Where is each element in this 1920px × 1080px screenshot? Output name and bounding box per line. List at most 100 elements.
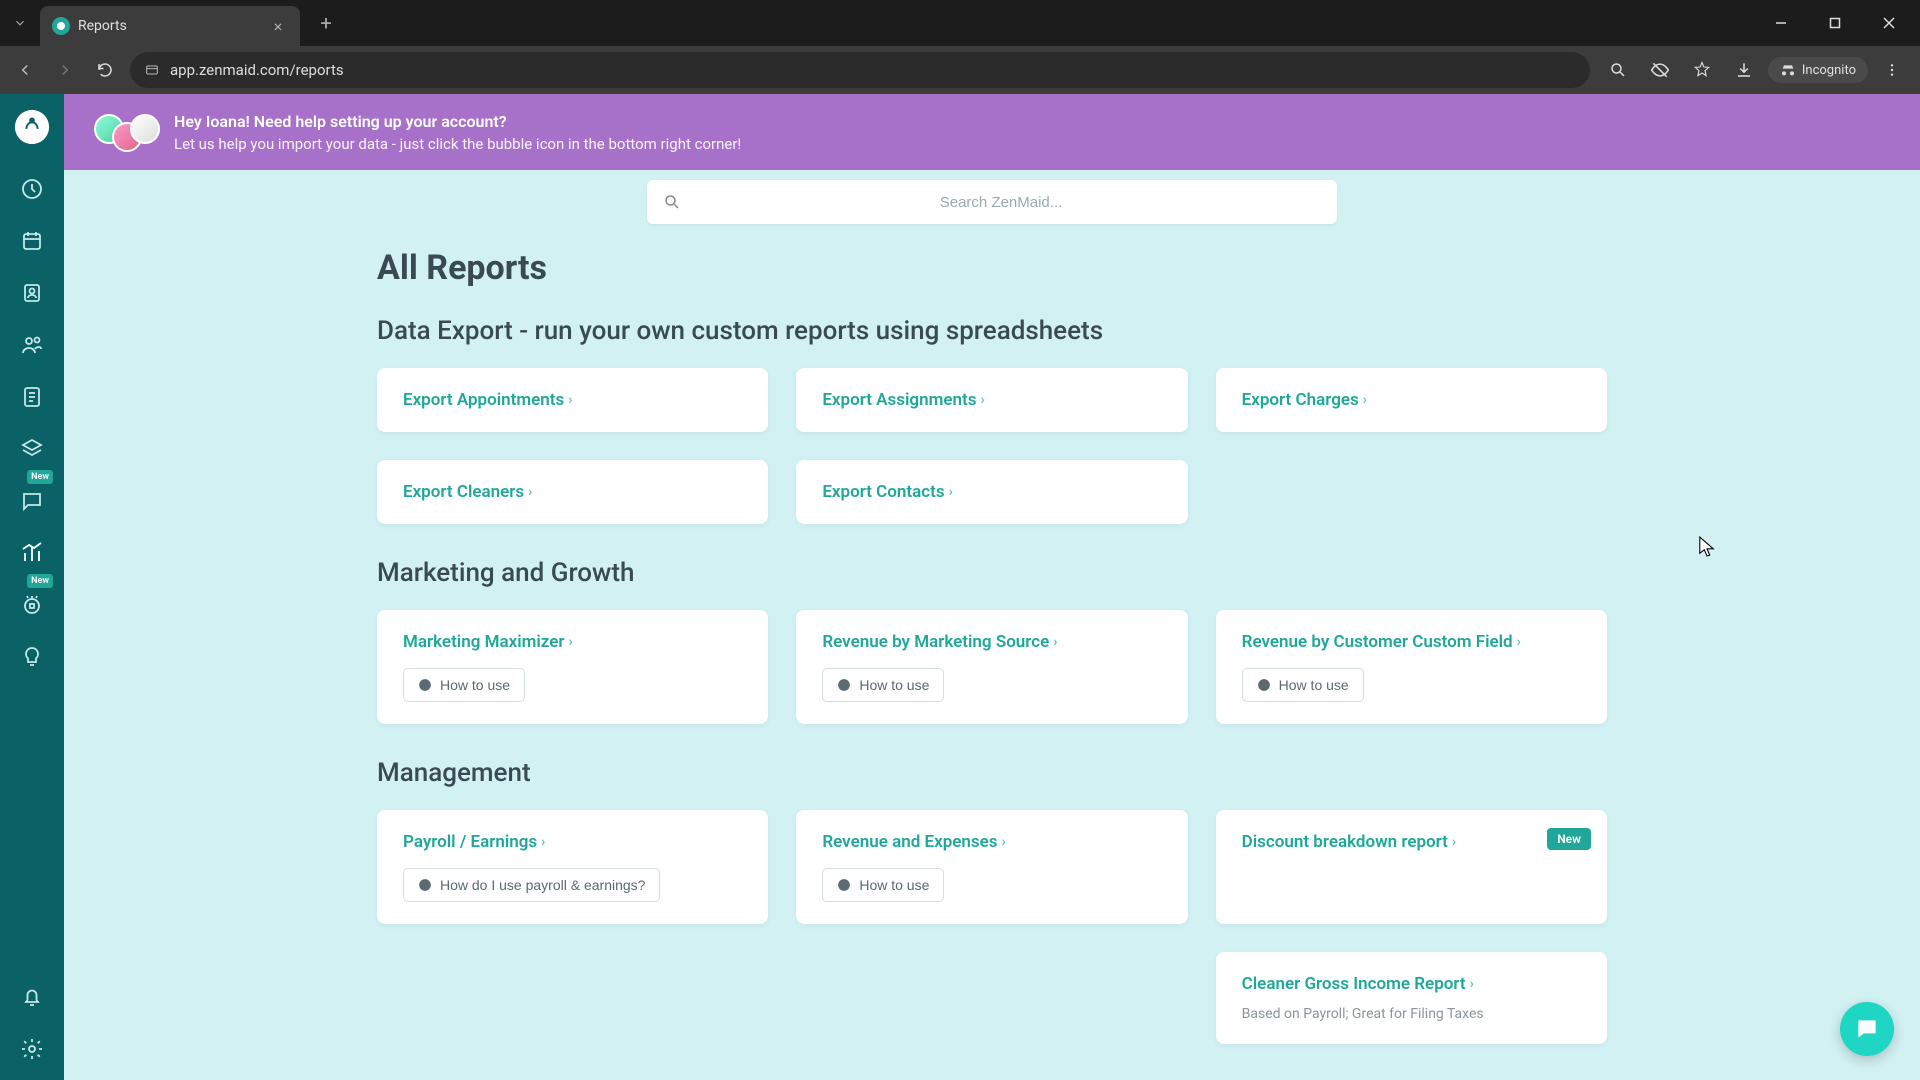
chevron-right-icon: › — [528, 484, 532, 500]
tab-title: Reports — [78, 18, 260, 34]
info-icon — [837, 878, 851, 892]
search-page-icon[interactable] — [1600, 52, 1636, 88]
section-heading-marketing: Marketing and Growth — [377, 558, 1607, 588]
cleaners-icon[interactable] — [15, 328, 49, 362]
chevron-right-icon: › — [1517, 634, 1521, 650]
content: All Reports Data Export - run your own c… — [347, 238, 1637, 1080]
card-revenue-customer-field: Revenue by Customer Custom Field › How t… — [1216, 610, 1607, 724]
close-window-icon[interactable] — [1866, 7, 1912, 39]
chevron-right-icon: › — [1470, 976, 1474, 992]
page-title: All Reports — [377, 248, 1607, 288]
incognito-label: Incognito — [1802, 63, 1856, 78]
section-heading-export: Data Export - run your own custom report… — [377, 316, 1607, 346]
dashboard-icon[interactable] — [15, 172, 49, 206]
banner-avatars — [94, 110, 154, 154]
card-export-appointments: Export Appointments › — [377, 368, 768, 432]
chevron-right-icon: › — [1002, 834, 1006, 850]
chat-icon[interactable]: New — [15, 484, 49, 518]
browser-chrome: Reports × + app.zenmaid.com/reports Inco… — [0, 0, 1920, 94]
card-cleaner-gross-income: Cleaner Gross Income Report › Based on P… — [1216, 952, 1607, 1044]
new-tag: New — [1547, 828, 1591, 850]
calendar-icon[interactable] — [15, 224, 49, 258]
settings-icon[interactable] — [15, 1032, 49, 1066]
export-charges-link[interactable]: Export Charges › — [1242, 390, 1367, 410]
app-logo[interactable] — [13, 108, 51, 146]
url-text: app.zenmaid.com/reports — [170, 61, 1576, 79]
back-icon[interactable] — [10, 55, 40, 85]
marketplace-icon[interactable]: New — [15, 588, 49, 622]
card-discount-breakdown: New Discount breakdown report › — [1216, 810, 1607, 924]
invoice-icon[interactable] — [15, 380, 49, 414]
discount-breakdown-link[interactable]: Discount breakdown report › — [1242, 832, 1456, 852]
reports-icon[interactable] — [15, 536, 49, 570]
revenue-marketing-source-link[interactable]: Revenue by Marketing Source › — [822, 632, 1057, 652]
export-cleaners-link[interactable]: Export Cleaners › — [403, 482, 532, 502]
howto-button[interactable]: How to use — [403, 668, 525, 702]
notifications-icon[interactable] — [15, 980, 49, 1014]
eye-off-icon[interactable] — [1642, 52, 1678, 88]
chat-icon — [1854, 1016, 1880, 1042]
cleaner-gross-income-link[interactable]: Cleaner Gross Income Report › — [1242, 974, 1474, 994]
close-tab-icon[interactable]: × — [268, 16, 288, 36]
chevron-right-icon: › — [949, 484, 953, 500]
howto-button[interactable]: How to use — [1242, 668, 1364, 702]
howto-button[interactable]: How to use — [822, 668, 944, 702]
marketing-grid: Marketing Maximizer › How to use Revenue… — [377, 610, 1607, 724]
search-wrap — [64, 170, 1920, 238]
main-area: Hey Ioana! Need help setting up your acc… — [64, 94, 1920, 1080]
minimize-icon[interactable] — [1758, 7, 1804, 39]
browser-tab[interactable]: Reports × — [40, 6, 300, 46]
chat-bubble-button[interactable] — [1840, 1002, 1894, 1056]
card-subtitle: Based on Payroll; Great for Filing Taxes — [1242, 1006, 1581, 1022]
banner-subtitle: Let us help you import your data - just … — [174, 135, 741, 153]
search-input[interactable] — [681, 194, 1321, 211]
marketing-maximizer-link[interactable]: Marketing Maximizer › — [403, 632, 573, 652]
reload-icon[interactable] — [90, 55, 120, 85]
bookmark-star-icon[interactable] — [1684, 52, 1720, 88]
export-contacts-link[interactable]: Export Contacts › — [822, 482, 952, 502]
chevron-right-icon: › — [541, 834, 545, 850]
revenue-expenses-link[interactable]: Revenue and Expenses › — [822, 832, 1005, 852]
chevron-right-icon: › — [1363, 392, 1367, 408]
export-assignments-link[interactable]: Export Assignments › — [822, 390, 984, 410]
search-box[interactable] — [647, 180, 1337, 224]
download-icon[interactable] — [1726, 52, 1762, 88]
sidebar: New New — [0, 94, 64, 1080]
maximize-icon[interactable] — [1812, 7, 1858, 39]
site-settings-icon[interactable] — [144, 62, 160, 78]
url-bar[interactable]: app.zenmaid.com/reports — [130, 52, 1590, 88]
tab-bar: Reports × + — [0, 0, 1920, 46]
chevron-right-icon: › — [569, 634, 573, 650]
search-icon — [663, 193, 681, 211]
new-badge: New — [27, 574, 53, 588]
tabs-dropdown-icon[interactable] — [8, 11, 32, 35]
tips-icon[interactable] — [15, 640, 49, 674]
chevron-right-icon: › — [1053, 634, 1057, 650]
revenue-customer-field-link[interactable]: Revenue by Customer Custom Field › — [1242, 632, 1521, 652]
section-heading-management: Management — [377, 758, 1607, 788]
card-export-charges: Export Charges › — [1216, 368, 1607, 432]
howto-button[interactable]: How do I use payroll & earnings? — [403, 868, 660, 902]
info-icon — [837, 678, 851, 692]
incognito-icon — [1780, 62, 1796, 78]
payroll-link[interactable]: Payroll / Earnings › — [403, 832, 545, 852]
page: New New Hey Ioana! Need help setting up … — [0, 94, 1920, 1080]
nav-bar: app.zenmaid.com/reports Incognito — [0, 46, 1920, 94]
customers-icon[interactable] — [15, 276, 49, 310]
banner-title: Hey Ioana! Need help setting up your acc… — [174, 112, 741, 131]
forward-icon[interactable] — [50, 55, 80, 85]
howto-button[interactable]: How to use — [822, 868, 944, 902]
tab-favicon — [52, 17, 70, 35]
menu-icon[interactable] — [1874, 52, 1910, 88]
card-payroll: Payroll / Earnings › How do I use payrol… — [377, 810, 768, 924]
chevron-right-icon: › — [980, 392, 984, 408]
export-appointments-link[interactable]: Export Appointments › — [403, 390, 572, 410]
new-tab-button[interactable]: + — [312, 9, 340, 37]
chevron-right-icon: › — [568, 392, 572, 408]
info-icon — [1257, 678, 1271, 692]
card-export-contacts: Export Contacts › — [796, 460, 1187, 524]
info-icon — [418, 678, 432, 692]
card-revenue-marketing-source: Revenue by Marketing Source › How to use — [796, 610, 1187, 724]
incognito-badge[interactable]: Incognito — [1768, 57, 1868, 83]
templates-icon[interactable] — [15, 432, 49, 466]
